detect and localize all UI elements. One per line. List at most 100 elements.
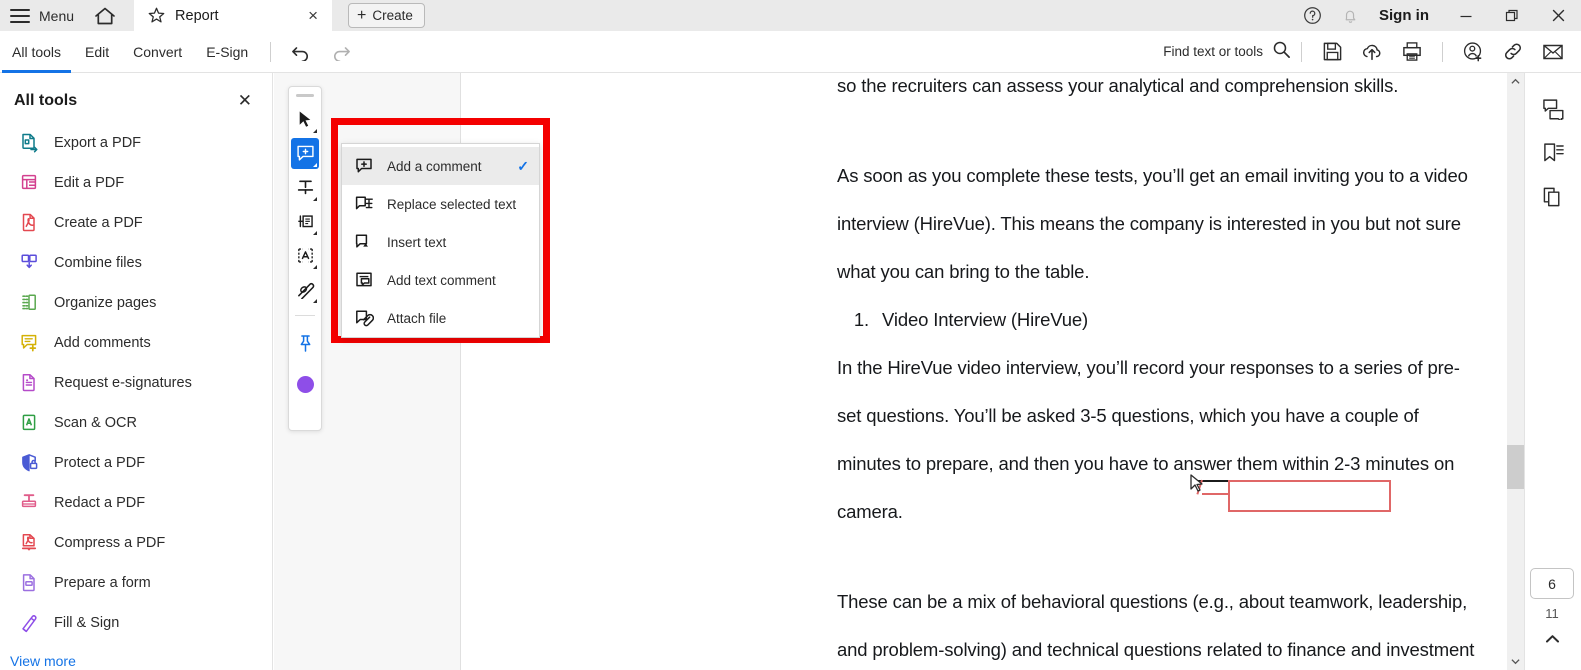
star-icon[interactable]	[148, 7, 165, 24]
find-label: Find text or tools	[1163, 44, 1263, 59]
sign-in-button[interactable]: Sign in	[1379, 7, 1429, 24]
help-circle-icon[interactable]	[1293, 0, 1331, 31]
sidebar-item-scan-ocr[interactable]: Scan & OCR	[0, 403, 272, 443]
add-user-icon[interactable]	[1453, 31, 1493, 73]
menu-item-attach-file[interactable]: Attach file	[342, 299, 539, 337]
sidebar-item-fill-sign[interactable]: Fill & Sign	[0, 603, 272, 643]
sidebar-item-combine-files[interactable]: Combine files	[0, 243, 272, 283]
link-icon[interactable]	[1493, 31, 1533, 73]
find-text-or-tools-button[interactable]: Find text or tools	[1163, 40, 1291, 64]
title-bar: Menu Report × + Create Sign in	[0, 0, 1581, 31]
comments-panel-icon[interactable]	[1525, 87, 1581, 131]
annotation-replacement-box[interactable]	[1228, 480, 1391, 512]
sidebar-item-organize-pages[interactable]: Organize pages	[0, 283, 272, 323]
menu-label[interactable]: Menu	[39, 8, 74, 24]
divider	[295, 315, 315, 316]
print-icon[interactable]	[1392, 31, 1432, 73]
vertical-scrollbar[interactable]	[1507, 73, 1524, 670]
tab-convert[interactable]: Convert	[121, 31, 194, 73]
minimize-window-button[interactable]	[1443, 0, 1489, 31]
menu-item-replace-selected-text[interactable]: Replace selected text	[342, 185, 539, 223]
annotation-caret-icon	[1189, 474, 1205, 499]
email-icon[interactable]	[1533, 31, 1573, 73]
strikethrough-tool[interactable]	[291, 172, 319, 203]
document-paragraph: so the recruiters can assess your analyt…	[837, 75, 1399, 96]
scroll-down-button[interactable]	[1507, 653, 1524, 670]
organize-pages-icon	[18, 292, 40, 314]
pages-panel-icon[interactable]	[1525, 175, 1581, 219]
current-page-input[interactable]: 6	[1530, 568, 1574, 599]
create-button[interactable]: + Create	[348, 3, 425, 28]
sidebar-item-label: Create a PDF	[54, 215, 143, 231]
sidebar-item-label: Add comments	[54, 335, 151, 351]
tab-esign[interactable]: E-Sign	[194, 31, 260, 73]
sidebar-item-edit-a-pdf[interactable]: Edit a PDF	[0, 163, 272, 203]
insert-text-tool[interactable]	[291, 206, 319, 237]
sidebar-item-protect-a-pdf[interactable]: Protect a PDF	[0, 443, 272, 483]
sidebar-item-redact-a-pdf[interactable]: Redact a PDF	[0, 483, 272, 523]
menubar-right-group: Find text or tools	[1163, 31, 1581, 73]
menu-item-label: Add a comment	[387, 158, 482, 174]
export-pdf-icon	[18, 132, 40, 154]
notification-bell-icon[interactable]	[1331, 0, 1369, 31]
scroll-up-button[interactable]	[1507, 73, 1524, 90]
search-icon[interactable]	[1272, 40, 1291, 64]
view-more-link[interactable]: View more	[0, 643, 272, 669]
sidebar-header: All tools ✕	[0, 73, 272, 123]
bookmarks-panel-icon[interactable]	[1525, 131, 1581, 175]
restore-window-button[interactable]	[1489, 0, 1535, 31]
sidebar-item-compress-a-pdf[interactable]: Compress a PDF	[0, 523, 272, 563]
upload-cloud-icon[interactable]	[1352, 31, 1392, 73]
menu-item-label: Add text comment	[387, 272, 496, 288]
redo-arrow-icon[interactable]	[321, 31, 361, 73]
document-paragraph: As soon as you complete these tests, you…	[837, 165, 1468, 282]
tab-all-tools[interactable]: All tools	[0, 31, 73, 73]
sidebar-item-label: Export a PDF	[54, 135, 142, 151]
menu-item-add-text-comment[interactable]: Add text comment	[342, 261, 539, 299]
menu-item-add-a-comment[interactable]: Add a comment ✓	[342, 147, 539, 185]
pdf-page-content: so the recruiters can assess your analyt…	[461, 73, 1507, 670]
undo-arrow-icon[interactable]	[281, 31, 321, 73]
close-window-button[interactable]	[1535, 0, 1581, 31]
chevron-up-icon[interactable]	[1530, 634, 1574, 644]
close-sidebar-icon[interactable]: ✕	[234, 90, 256, 111]
text-box-tool[interactable]	[291, 240, 319, 271]
pdf-page: so the recruiters can assess your analyt…	[460, 73, 1507, 670]
tab-edit-label: Edit	[85, 43, 110, 60]
save-icon[interactable]	[1312, 31, 1352, 73]
sidebar-item-label: Protect a PDF	[54, 455, 146, 471]
menu-item-insert-text[interactable]: Insert text	[342, 223, 539, 261]
pin-icon[interactable]	[291, 328, 319, 359]
sidebar-item-label: Compress a PDF	[54, 535, 166, 551]
select-cursor-tool[interactable]	[291, 104, 319, 135]
document-tab-report[interactable]: Report ×	[134, 0, 333, 31]
sidebar-item-export-a-pdf[interactable]: Export a PDF	[0, 123, 272, 163]
add-comments-icon	[18, 332, 40, 354]
add-text-comment-icon	[354, 270, 374, 290]
color-swatch[interactable]	[296, 376, 314, 393]
tab-edit[interactable]: Edit	[73, 31, 121, 73]
tab-all-tools-label: All tools	[12, 43, 62, 60]
sidebar-item-request-e-signatures[interactable]: Request e-signatures	[0, 363, 272, 403]
sidebar-item-label: Fill & Sign	[54, 615, 120, 631]
tab-close-icon[interactable]: ×	[304, 7, 322, 24]
chevron-down-icon	[313, 231, 317, 235]
scrollbar-thumb[interactable]	[1507, 445, 1524, 489]
comment-tool-dropdown-menu[interactable]: Add a comment ✓ Replace selected text Inser…	[341, 143, 540, 338]
sidebar-item-prepare-a-form[interactable]: Prepare a form	[0, 563, 272, 603]
chevron-down-icon	[313, 299, 317, 303]
home-icon[interactable]	[94, 6, 116, 26]
add-comment-tool[interactable]	[291, 138, 319, 169]
chevron-down-icon	[313, 265, 317, 269]
sidebar-item-label: Combine files	[54, 255, 142, 271]
sidebar-item-create-a-pdf[interactable]: Create a PDF	[0, 203, 272, 243]
titlebar-right-group: Sign in	[1293, 0, 1581, 31]
toolbar-drag-handle[interactable]	[296, 94, 314, 97]
list-number: 1.	[853, 309, 869, 330]
sidebar-item-add-comments[interactable]: Add comments	[0, 323, 272, 363]
draw-tool[interactable]	[291, 274, 319, 305]
sidebar-item-label: Redact a PDF	[54, 495, 146, 511]
hamburger-menu-icon[interactable]	[10, 8, 30, 23]
combine-files-icon	[18, 252, 40, 274]
